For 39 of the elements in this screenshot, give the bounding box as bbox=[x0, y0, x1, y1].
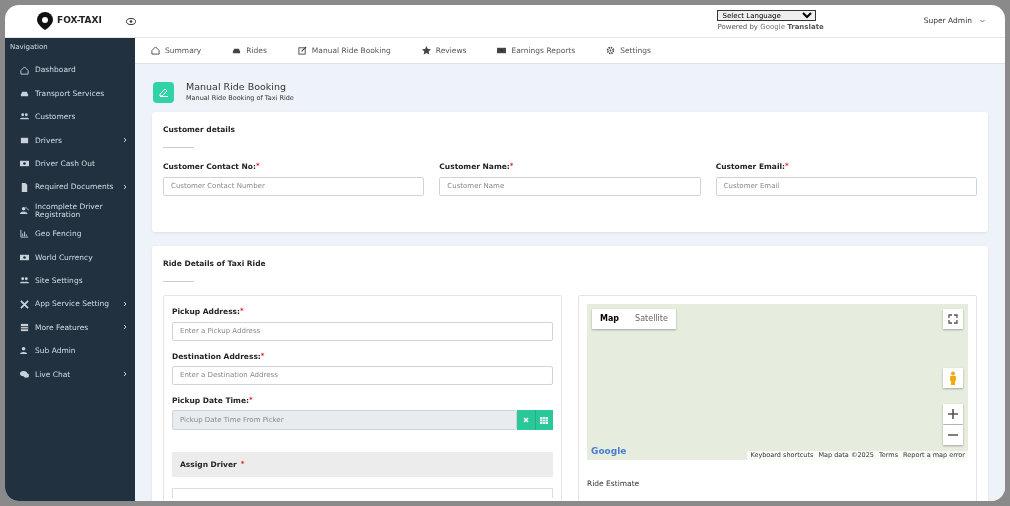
brand-logo-icon bbox=[37, 12, 53, 30]
chart-icon bbox=[20, 229, 29, 239]
brand-name: FOX-TAXI bbox=[57, 14, 102, 28]
table-icon bbox=[20, 323, 29, 332]
chevron-right-icon bbox=[123, 324, 127, 331]
close-icon bbox=[522, 417, 529, 423]
map-type-tab[interactable]: Map bbox=[592, 309, 628, 330]
calendar-grid-icon bbox=[540, 416, 549, 424]
pencil-icon bbox=[153, 81, 174, 103]
eye-icon[interactable] bbox=[125, 17, 136, 25]
settings-icon bbox=[606, 46, 616, 55]
tools-icon bbox=[20, 299, 29, 309]
clear-button[interactable] bbox=[516, 410, 535, 430]
zoom-in-icon[interactable] bbox=[943, 404, 963, 425]
map-logo: Google bbox=[591, 444, 627, 458]
chevron-right-icon bbox=[123, 184, 127, 191]
chevron-right-icon bbox=[123, 301, 127, 308]
user-icon bbox=[20, 206, 29, 216]
edit-icon bbox=[297, 46, 307, 55]
driver-select-field[interactable] bbox=[172, 488, 553, 498]
star-icon bbox=[421, 46, 431, 55]
map-type-tab[interactable]: Satellite bbox=[627, 309, 676, 330]
chevron-down-icon[interactable] bbox=[980, 19, 985, 23]
chevron-right-icon bbox=[123, 137, 127, 144]
person-icon[interactable] bbox=[943, 368, 963, 389]
chat-icon bbox=[20, 369, 29, 379]
page-title: Manual Ride Booking bbox=[186, 80, 287, 94]
zoom-out-icon[interactable] bbox=[943, 425, 963, 446]
banknote-icon bbox=[497, 46, 507, 55]
home-icon bbox=[20, 65, 29, 75]
users-icon bbox=[20, 276, 29, 286]
home-icon bbox=[151, 46, 160, 55]
fullscreen-icon[interactable] bbox=[943, 309, 963, 330]
document-icon bbox=[20, 182, 29, 192]
banknote-icon bbox=[20, 252, 29, 262]
chevron-right-icon bbox=[123, 371, 127, 378]
banknote-icon bbox=[20, 159, 29, 169]
user-icon bbox=[20, 346, 29, 356]
users-icon bbox=[20, 112, 29, 122]
